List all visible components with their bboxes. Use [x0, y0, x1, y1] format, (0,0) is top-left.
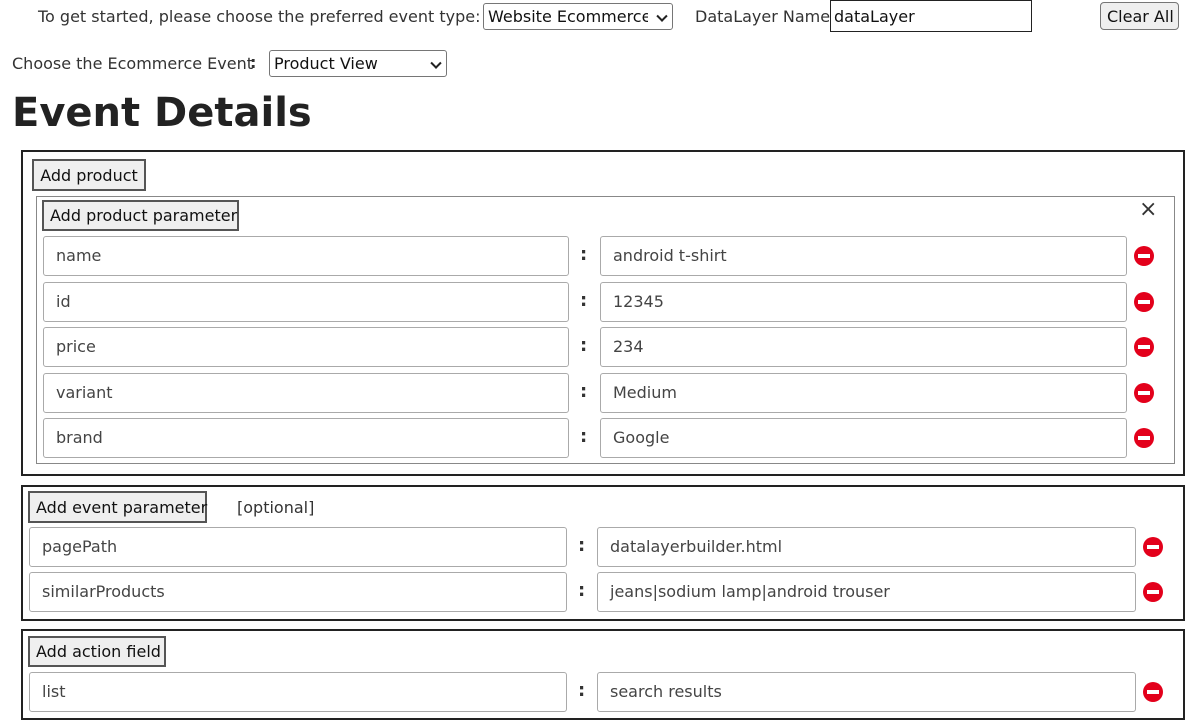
clear-all-button[interactable]: Clear All — [1100, 2, 1179, 30]
param-value-field[interactable]: Google — [600, 418, 1127, 458]
event-type-select[interactable]: Website Ecommerce — [483, 3, 673, 30]
param-value-field[interactable]: Medium — [600, 372, 1127, 413]
event-type-prompt: To get started, please choose the prefer… — [38, 7, 481, 26]
ecommerce-event-separator: : — [250, 53, 257, 72]
optional-label: [optional] — [237, 498, 315, 517]
remove-param-icon[interactable] — [1134, 291, 1154, 312]
param-key-field[interactable]: variant — [43, 372, 569, 413]
remove-param-icon[interactable] — [1134, 337, 1154, 357]
param-key-field[interactable]: name — [43, 236, 569, 276]
param-key-field[interactable]: brand — [43, 418, 569, 458]
param-key-field[interactable]: similarProducts — [29, 572, 567, 612]
remove-param-icon[interactable] — [1134, 428, 1154, 448]
remove-param-icon[interactable] — [1134, 246, 1154, 266]
param-separator: : — [578, 580, 586, 601]
remove-param-icon[interactable] — [1143, 682, 1163, 702]
param-value-field[interactable]: jeans|sodium lamp|android trouser — [597, 572, 1136, 612]
remove-param-icon[interactable] — [1143, 537, 1163, 557]
ecommerce-event-label: Choose the Ecommerce Event — [12, 54, 253, 73]
param-value-field[interactable]: 12345 — [600, 281, 1127, 322]
param-separator: : — [578, 535, 586, 556]
param-value-field[interactable]: android t-shirt — [600, 236, 1127, 276]
param-separator: : — [580, 244, 588, 265]
param-separator: : — [580, 426, 588, 447]
param-separator: : — [580, 289, 588, 311]
param-key-field[interactable]: id — [43, 281, 569, 322]
param-key-field[interactable]: pagePath — [29, 527, 567, 567]
remove-param-icon[interactable] — [1143, 582, 1163, 602]
datalayer-name-input[interactable] — [830, 0, 1032, 32]
add-product-button[interactable]: Add product — [32, 159, 146, 191]
param-separator: : — [578, 680, 586, 701]
param-value-field[interactable]: 234 — [600, 327, 1127, 367]
param-key-field[interactable]: list — [29, 672, 567, 712]
param-separator: : — [580, 335, 588, 356]
ecommerce-event-select[interactable]: Product View — [269, 50, 447, 77]
add-event-parameter-button[interactable]: Add event parameter — [28, 491, 207, 523]
close-icon[interactable]: × — [1139, 199, 1157, 221]
add-product-parameter-button[interactable]: Add product parameter — [42, 200, 239, 231]
param-value-field[interactable]: search results — [597, 672, 1136, 712]
ecommerce-event-select-wrapper[interactable]: Product View — [269, 50, 447, 77]
remove-param-icon[interactable] — [1134, 382, 1154, 403]
page-title: Event Details — [12, 90, 312, 136]
event-type-select-wrapper[interactable]: Website Ecommerce — [483, 3, 673, 30]
param-separator: : — [580, 380, 588, 402]
param-key-field[interactable]: price — [43, 327, 569, 367]
datalayer-name-label: DataLayer Name: — [695, 7, 836, 26]
param-value-field[interactable]: datalayerbuilder.html — [597, 527, 1136, 567]
add-action-field-button[interactable]: Add action field — [28, 636, 166, 667]
